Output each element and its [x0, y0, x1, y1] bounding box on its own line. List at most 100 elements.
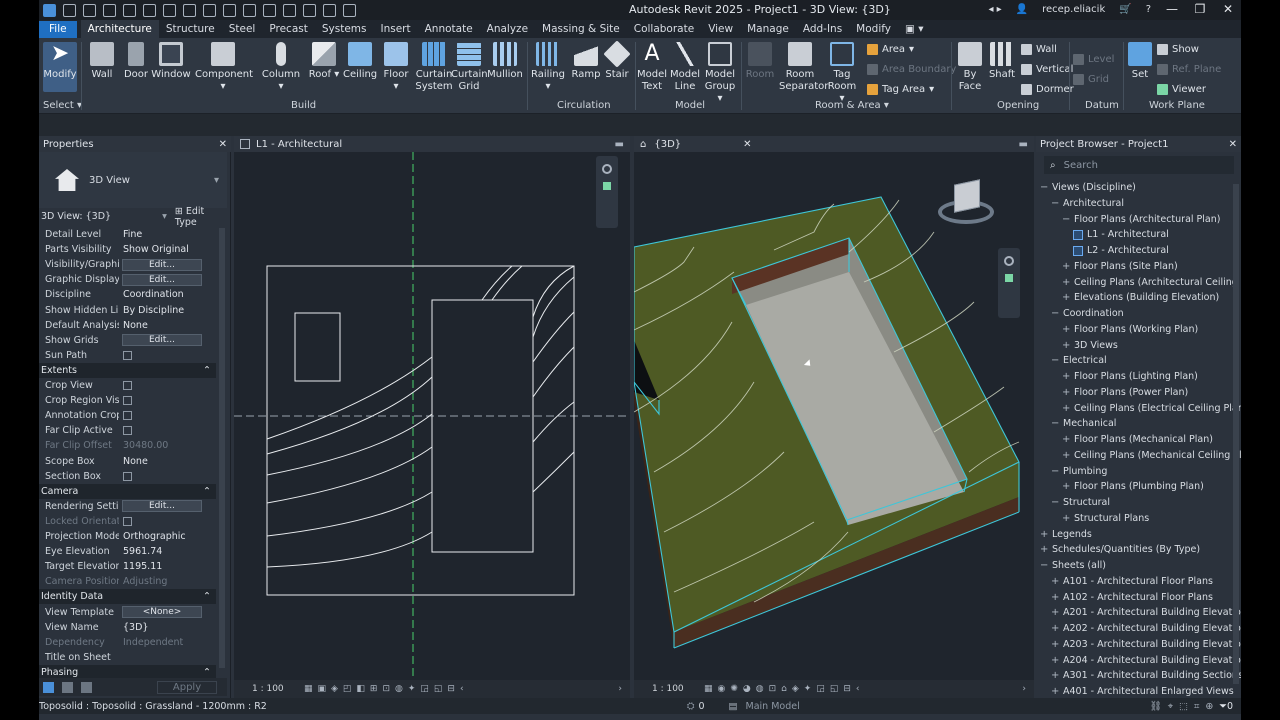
- view-control-icons[interactable]: ▦▣◈◰◧⊞⊡◍✦◲◱⊟‹: [304, 684, 469, 694]
- tab-annotate[interactable]: Annotate: [418, 23, 480, 38]
- tab-massing-site[interactable]: Massing & Site: [535, 23, 627, 38]
- area-boundary-button[interactable]: Area Boundary: [867, 64, 956, 75]
- property-section-header[interactable]: Extents ⌃: [39, 362, 216, 378]
- expand-icon[interactable]: +: [1062, 434, 1070, 445]
- property-value[interactable]: 1195.11: [119, 561, 162, 572]
- browser-tree-item[interactable]: L2 - Architectural: [1073, 245, 1169, 256]
- browser-search[interactable]: ⌕ Search: [1044, 156, 1234, 174]
- filter-icon[interactable]: ⏷0: [1219, 701, 1233, 712]
- property-value[interactable]: Orthographic: [119, 531, 186, 542]
- property-value[interactable]: Coordination: [119, 289, 184, 300]
- expand-icon[interactable]: +: [1051, 655, 1059, 666]
- model-text-button[interactable]: A Model Text: [637, 42, 667, 93]
- collapse-icon[interactable]: −: [1051, 308, 1059, 319]
- browser-tree-item[interactable]: + Floor Plans (Working Plan): [1062, 324, 1198, 335]
- browser-tree-item[interactable]: + Floor Plans (Lighting Plan): [1062, 371, 1198, 382]
- plan-hscroll-right-icon[interactable]: ›: [618, 684, 622, 694]
- plan-menu-icon[interactable]: ▬: [615, 139, 624, 150]
- sync-icon[interactable]: [123, 3, 136, 17]
- expand-icon[interactable]: +: [1062, 324, 1070, 335]
- stair-button[interactable]: Stair: [603, 40, 631, 81]
- type-selector[interactable]: 3D View ▾: [39, 152, 227, 208]
- tab-manage[interactable]: Manage: [740, 23, 796, 38]
- property-section-header[interactable]: Identity Data ⌃: [39, 589, 216, 605]
- zoom-icon[interactable]: [603, 182, 611, 190]
- browser-tree-item[interactable]: + A201 - Architectural Building Elevation…: [1051, 607, 1241, 618]
- close-button[interactable]: ✕: [1221, 2, 1235, 16]
- search-arrows-icon[interactable]: ◂ ▸: [988, 4, 1001, 15]
- browser-tree-item[interactable]: + Elevations (Building Elevation): [1062, 292, 1219, 303]
- component-button[interactable]: Component ▾: [195, 42, 253, 93]
- browser-tree-item[interactable]: + Ceiling Plans (Architectural Ceiling P: [1062, 277, 1241, 288]
- mullion-button[interactable]: Mullion: [487, 42, 523, 81]
- dormer-button[interactable]: Dormer: [1021, 84, 1074, 95]
- selector-chevron-icon[interactable]: ▾: [162, 211, 167, 222]
- view-icon[interactable]: [1073, 229, 1083, 240]
- expand-icon[interactable]: +: [1040, 544, 1048, 555]
- design-option-selector[interactable]: Main Model: [746, 701, 800, 712]
- expand-icon[interactable]: +: [1062, 450, 1070, 461]
- browser-tree-item[interactable]: + A401 - Architectural Enlarged Views: [1051, 686, 1234, 697]
- modify-button[interactable]: ➤ Modify: [43, 42, 77, 92]
- home-icon[interactable]: [63, 3, 76, 17]
- restore-button[interactable]: ❐: [1193, 2, 1207, 16]
- property-value[interactable]: None: [119, 320, 148, 331]
- ceiling-button[interactable]: Ceiling: [343, 42, 377, 81]
- edit-type-button[interactable]: ⊞ Edit Type: [175, 206, 227, 228]
- property-value[interactable]: 30480.00: [119, 440, 168, 451]
- property-edit-button[interactable]: Edit...: [122, 258, 202, 271]
- instance-selector[interactable]: 3D View: {3D}: [39, 211, 162, 222]
- sort-za-icon[interactable]: [81, 681, 92, 693]
- expand-icon[interactable]: +: [1062, 387, 1070, 398]
- browser-tree-item[interactable]: − Plumbing: [1051, 466, 1107, 477]
- property-section-header[interactable]: Camera ⌃: [39, 483, 216, 499]
- cart-icon[interactable]: 🛒: [1119, 4, 1131, 15]
- expand-icon[interactable]: +: [1051, 670, 1059, 681]
- close-tab-icon[interactable]: ✕: [743, 139, 751, 150]
- property-value[interactable]: By Discipline: [119, 305, 184, 316]
- expand-icon[interactable]: +: [1062, 277, 1070, 288]
- collapse-icon[interactable]: −: [1040, 182, 1048, 193]
- property-checkbox[interactable]: [123, 350, 132, 360]
- search-input[interactable]: Search: [1064, 160, 1098, 171]
- property-edit-button[interactable]: Edit...: [122, 500, 202, 513]
- workset-icon[interactable]: ⛭: [687, 701, 695, 712]
- expand-icon[interactable]: +: [1051, 639, 1059, 650]
- area-button[interactable]: Area ▾: [867, 44, 914, 55]
- tag-room-button[interactable]: Tag Room ▾: [825, 42, 859, 105]
- expand-icon[interactable]: +: [1040, 529, 1048, 540]
- property-value[interactable]: 5961.74: [119, 546, 162, 557]
- collapse-icon[interactable]: −: [1051, 355, 1059, 366]
- level-button[interactable]: Level: [1073, 54, 1114, 65]
- collapse-icon[interactable]: −: [1051, 198, 1059, 209]
- room-button[interactable]: Room: [745, 42, 775, 81]
- property-edit-button[interactable]: Edit...: [122, 334, 202, 347]
- browser-tree-item[interactable]: + Floor Plans (Power Plan): [1062, 387, 1188, 398]
- browser-tree-item[interactable]: − Electrical: [1051, 355, 1107, 366]
- property-checkbox[interactable]: [123, 381, 132, 390]
- collapse-icon[interactable]: −: [1051, 466, 1059, 477]
- browser-tree-item[interactable]: + Ceiling Plans (Mechanical Ceiling Pla: [1062, 450, 1241, 461]
- browser-tree-item[interactable]: − Coordination: [1051, 308, 1124, 319]
- design-options-icon[interactable]: ▤: [729, 701, 738, 712]
- browser-tree-item[interactable]: + Schedules/Quantities (By Type): [1040, 544, 1200, 555]
- expand-icon[interactable]: +: [1051, 592, 1059, 603]
- help-icon[interactable]: ?: [1146, 4, 1151, 15]
- railing-button[interactable]: Railing ▾: [531, 42, 565, 93]
- property-value[interactable]: Adjusting: [119, 576, 167, 587]
- sort-icon[interactable]: [43, 681, 54, 693]
- tab-structure[interactable]: Structure: [159, 23, 222, 38]
- browser-scrollbar[interactable]: [1233, 184, 1239, 684]
- wall-opening-button[interactable]: Wall: [1021, 44, 1057, 55]
- property-checkbox[interactable]: [123, 471, 132, 481]
- property-value[interactable]: None: [119, 456, 148, 467]
- plan-view-tab[interactable]: L1 - Architectural ▬: [234, 136, 630, 152]
- browser-tree-item[interactable]: − Mechanical: [1051, 418, 1116, 429]
- browser-tree-item[interactable]: + Legends: [1040, 529, 1092, 540]
- property-edit-button[interactable]: Edit...: [122, 273, 202, 286]
- selection-toggle-icons[interactable]: ⛓⌖⬚⌗⊕: [1150, 701, 1220, 712]
- select-group-label[interactable]: Select ▾: [43, 100, 82, 111]
- browser-tree-item[interactable]: + A301 - Architectural Building Sections: [1051, 670, 1241, 681]
- tab-add-ins[interactable]: Add-Ins: [796, 23, 849, 38]
- expand-icon[interactable]: +: [1051, 576, 1059, 587]
